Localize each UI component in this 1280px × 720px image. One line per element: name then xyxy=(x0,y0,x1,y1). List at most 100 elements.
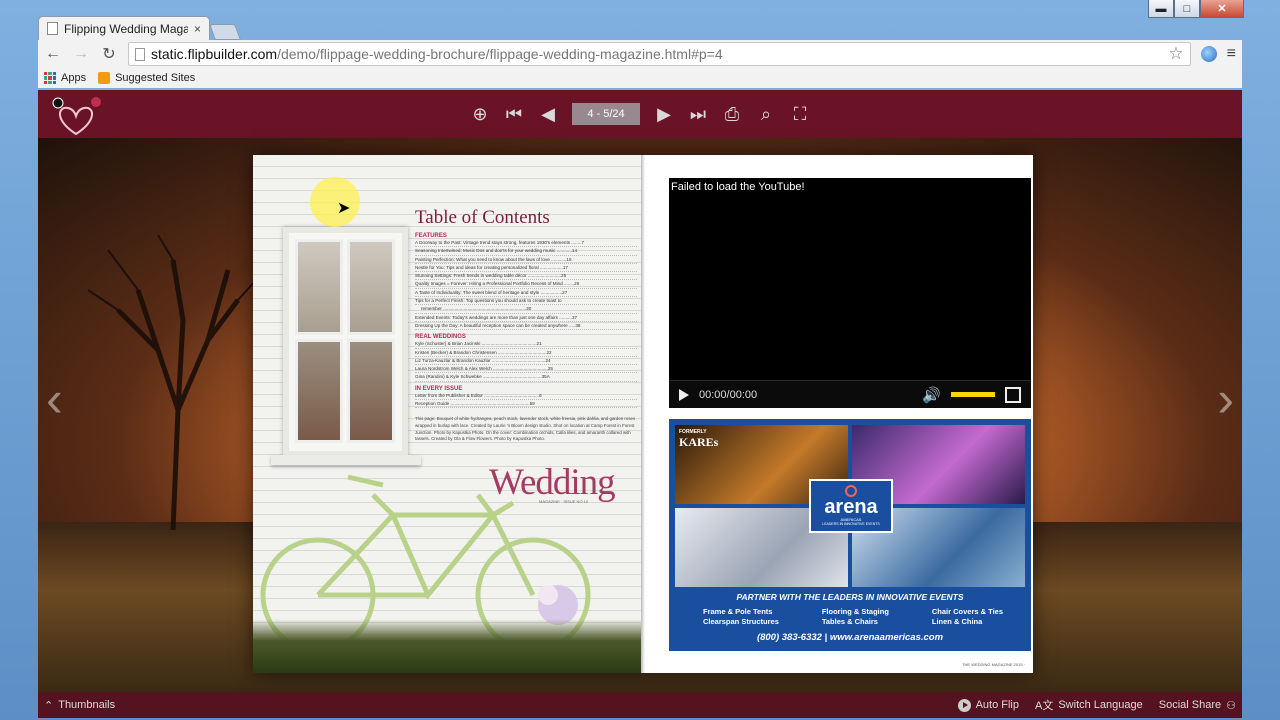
ad-service: Flooring & Staging xyxy=(821,607,889,616)
reload-icon[interactable]: ↻ xyxy=(100,44,118,64)
bookmark-star-icon[interactable]: ☆ xyxy=(1168,44,1183,64)
left-page[interactable]: Table of Contents FEATURES A Doorway to … xyxy=(253,155,641,673)
previous-page-icon[interactable]: ◀ xyxy=(538,104,558,124)
toc-line: Gina (Randini) & Kyle Schwebke .........… xyxy=(415,373,637,382)
back-icon[interactable]: ← xyxy=(44,45,62,63)
video-controls: 00:00/00:00 🔊 xyxy=(669,380,1031,408)
last-page-icon[interactable]: ⏭ xyxy=(688,104,708,124)
ad-service: Chair Covers & Ties xyxy=(931,607,1003,616)
maximize-button[interactable]: □ xyxy=(1174,0,1200,18)
arena-logo: arena AMERICAS LEADERS IN INNOVATIVE EVE… xyxy=(809,479,893,533)
toc-line: Reception Guide ........................… xyxy=(415,400,637,409)
toc-line: Dressing Up the Day: A beautiful recepti… xyxy=(415,322,637,331)
url-text: static.flipbuilder.com/demo/flippage-wed… xyxy=(151,46,723,62)
next-page-icon[interactable]: ▶ xyxy=(654,104,674,124)
ad-service: Linen & China xyxy=(931,617,983,626)
volume-slider[interactable] xyxy=(951,392,995,397)
forward-icon[interactable]: → xyxy=(72,45,90,63)
ad-service: Tables & Chairs xyxy=(821,617,878,626)
arena-advertisement: FORMERLY KAREs arena AMERICAS LEADERS IN… xyxy=(669,419,1031,651)
toc-line: remember ...............................… xyxy=(415,305,637,314)
window-pane xyxy=(295,239,343,335)
tab-flipping-wedding-magazine[interactable]: Flipping Wedding Magazin × xyxy=(38,16,210,40)
apps-grid-icon xyxy=(44,72,56,84)
minimize-button[interactable]: ▬ xyxy=(1148,0,1174,18)
right-page[interactable]: Failed to load the YouTube! 00:00/00:00 … xyxy=(645,155,1033,673)
page-icon xyxy=(47,22,58,35)
chevron-up-icon: ⌃ xyxy=(44,699,54,712)
page-number-input[interactable]: 4 - 5/24 xyxy=(572,103,640,125)
flipbook-viewer: ⊕ ⏮ ◀ 4 - 5/24 ▶ ⏭ ⎙ ⌕ ⛶ ‹ › Table of Co… xyxy=(38,90,1242,718)
thumbnails-label: Thumbnails xyxy=(58,699,116,711)
toc-line: Extended Events: Today's weddings are mo… xyxy=(415,314,637,322)
extension-globe-icon[interactable] xyxy=(1200,46,1217,62)
bookmark-apps[interactable]: Apps xyxy=(44,72,86,84)
toc-line: Laura Nordstrom Welch & Alex Welch .....… xyxy=(415,365,637,374)
url-host: static.flipbuilder.com xyxy=(151,46,278,62)
language-icon: A文 xyxy=(1035,700,1054,712)
ad-service: Frame & Pole Tents xyxy=(703,607,773,616)
print-icon[interactable]: ⎙ xyxy=(722,104,742,124)
zoom-in-icon[interactable]: ⊕ xyxy=(470,104,490,124)
social-share-button[interactable]: Social Share ⚇ xyxy=(1159,699,1236,712)
ad-service-col: Chair Covers & Ties Linen & China xyxy=(932,607,1003,627)
toc-section: REAL WEDDINGS Kyle (Schuster) & Brian Ja… xyxy=(415,334,637,382)
mouse-cursor-icon: ➤ xyxy=(337,200,351,217)
next-page-arrow-icon[interactable]: › xyxy=(1217,370,1234,428)
grass-foreground xyxy=(253,619,641,673)
toc-line: Tips for a Perfect Finish: Top questions… xyxy=(415,297,637,306)
video-fullscreen-icon[interactable] xyxy=(1005,386,1021,403)
previous-page-arrow-icon[interactable]: ‹ xyxy=(46,370,63,428)
browser-window: ▬ □ ✕ Flipping Wedding Magazin × ← → ↻ s… xyxy=(0,0,1280,720)
photo-credit-note: This page: Bouquet of white hydrangea, p… xyxy=(415,416,636,442)
toc-section: FEATURES A Doorway to the Past: Vintage … xyxy=(415,233,637,331)
switch-language-label: Switch Language xyxy=(1058,699,1143,711)
tab-title: Flipping Wedding Magazin xyxy=(64,21,188,36)
arena-logo-name: arena xyxy=(824,496,878,518)
window-pane xyxy=(347,339,395,443)
address-bar[interactable]: static.flipbuilder.com/demo/flippage-wed… xyxy=(128,42,1191,66)
first-page-icon[interactable]: ⏮ xyxy=(504,104,524,124)
toc-section: IN EVERY ISSUE Letter from the Publisher… xyxy=(415,386,637,409)
page-footer: THE WEDDING MAGAZINE 2015 · xyxy=(962,662,1025,667)
toc-line: A Taste of Individuality: The sweet blen… xyxy=(415,289,637,298)
toc-line: Painting Perfection: What you need to kn… xyxy=(415,256,637,264)
toc-line: Kyle (Schuster) & Brian Jacinski .......… xyxy=(415,340,637,349)
close-window-button[interactable]: ✕ xyxy=(1200,0,1244,18)
table-of-contents: Table of Contents FEATURES A Doorway to … xyxy=(415,207,637,443)
flipbook-toolbar: ⊕ ⏮ ◀ 4 - 5/24 ▶ ⏭ ⎙ ⌕ ⛶ xyxy=(38,90,1242,138)
video-player[interactable]: Failed to load the YouTube! 00:00/00:00 … xyxy=(669,178,1031,408)
share-people-icon: ⚇ xyxy=(1226,699,1236,712)
new-tab-button[interactable] xyxy=(209,24,241,40)
ad-services: Frame & Pole Tents Clearspan Structures … xyxy=(703,607,1003,627)
book-spread[interactable]: Table of Contents FEATURES A Doorway to … xyxy=(253,155,1033,673)
tab-close-icon[interactable]: × xyxy=(194,22,201,36)
url-path: /demo/flippage-wedding-brochure/flippage… xyxy=(277,46,723,62)
switch-language-button[interactable]: A文 Switch Language xyxy=(1035,697,1143,713)
volume-icon[interactable]: 🔊 xyxy=(922,386,941,404)
auto-flip-icon xyxy=(957,698,971,712)
page-info-icon xyxy=(135,47,145,61)
bookmarks-bar: Apps Suggested Sites xyxy=(38,68,1242,88)
menu-icon[interactable]: ≡ xyxy=(1227,45,1236,63)
window-pane xyxy=(347,239,395,335)
play-icon[interactable] xyxy=(679,388,689,401)
auto-flip-label: Auto Flip xyxy=(975,699,1019,711)
thumbnails-button[interactable]: ⌃ Thumbnails xyxy=(44,699,115,712)
video-error-message: Failed to load the YouTube! xyxy=(671,181,805,193)
toc-line: Kristen (Becker) & Brandon Christensen .… xyxy=(415,349,637,357)
window-photo xyxy=(283,227,408,457)
heart-logo-icon xyxy=(52,97,101,136)
ad-service-col: Frame & Pole Tents Clearspan Structures xyxy=(703,607,779,627)
tab-strip: Flipping Wedding Magazin × xyxy=(38,16,241,40)
toc-line: Stunning Settings: Fresh trends in weddi… xyxy=(415,272,637,281)
bookmark-label: Apps xyxy=(61,72,87,84)
tree-silhouette xyxy=(87,234,257,530)
window-controls: ▬ □ ✕ xyxy=(1148,0,1244,18)
bookmark-suggested-sites[interactable]: Suggested Sites xyxy=(98,72,195,84)
arena-logo-sub2: LEADERS IN INNOVATIVE EVENTS xyxy=(822,522,880,526)
auto-flip-button[interactable]: Auto Flip xyxy=(957,698,1019,712)
fullscreen-icon[interactable]: ⛶ xyxy=(790,104,810,124)
search-icon[interactable]: ⌕ xyxy=(756,104,776,124)
cursor-highlight xyxy=(310,177,360,227)
